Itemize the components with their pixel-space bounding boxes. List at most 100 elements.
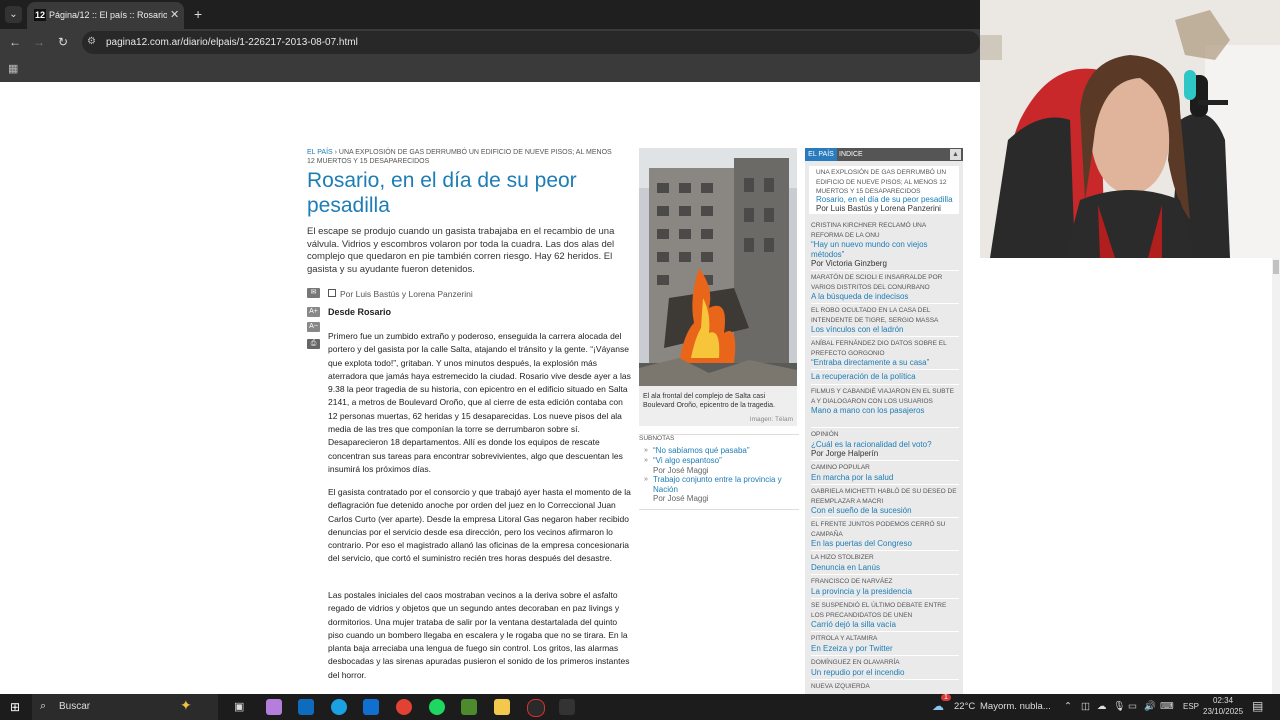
clock-date[interactable]: 23/10/2025 [1203,707,1243,716]
sidebar-item[interactable]: CAMINO POPULAR En marcha por la salud [811,463,959,482]
chrome-icon[interactable] [396,699,412,715]
subnota-link[interactable]: “Vi algo espantoso” [653,456,794,466]
sidebar-item[interactable]: EL FRENTE JUNTOS PODEMOS CERRÓ SU CAMPAÑ… [811,520,959,549]
sidebar-item-link[interactable]: Carrió dejó la silla vacía [811,620,959,630]
sidebar-item[interactable]: FRANCISCO DE NARVÁEZ La provincia y la p… [811,577,959,596]
notifications-icon[interactable]: ▤ [1252,699,1263,713]
tray-cloud-icon[interactable]: ☁ [1097,701,1107,712]
sidebar-item[interactable]: ANÍBAL FERNÁNDEZ DIO DATOS SOBRE EL PREF… [811,339,959,368]
weather-icon[interactable]: ☁ [932,699,944,725]
sidebar-item-kicker: FILMUS Y CABANDIÉ VIAJARON EN EL SUBTE A… [811,388,954,405]
sidebar-item[interactable]: EL ROBO OCULTADO EN LA CASA DEL INTENDEN… [811,306,959,335]
sidebar-item-link[interactable]: “Hay un nuevo mundo con viejos métodos” [811,240,959,259]
site-info-icon[interactable]: ⚙ [87,36,96,47]
volume-icon[interactable]: 🔊 [1144,701,1156,712]
sidebar-item[interactable]: GABRIELA MICHETTI HABLÓ DE SU DESEO DE R… [811,487,959,516]
sidebar-item-link[interactable]: Mano a mano con los pasajeros [811,406,959,416]
forward-icon[interactable]: → [33,35,45,49]
sidebar-item-link[interactable]: Un repudio por el incendio [811,668,959,678]
article-byline: Por Luis Bastús y Lorena Panzerini [328,289,473,299]
outlook-icon[interactable] [298,699,314,715]
sidebar-item-author: Por Victoria Ginzberg [811,259,887,268]
sidebar-index: EL PAÍS INDICE ▲ UNA EXPLOSIÓN DE GAS DE… [805,148,963,694]
file-explorer-icon[interactable] [494,699,510,715]
microphone-icon[interactable]: 🎙 [1113,701,1125,712]
sidebar-item-link[interactable]: En marcha por la salud [811,473,959,483]
sidebar-section-tab[interactable]: EL PAÍS [805,148,837,161]
back-icon[interactable]: ← [9,35,21,49]
sidebar-item-link[interactable]: ¿Cuál es la racionalidad del voto? [811,440,959,450]
address-bar[interactable]: ⚙ pagina12.com.ar/diario/elpais/1-226217… [82,31,980,54]
sidebar-item[interactable]: La recuperación de la política [811,372,959,382]
capcut-icon[interactable] [559,699,575,715]
subnota-link[interactable]: Trabajo conjunto entre la provincia y Na… [653,475,794,494]
sidebar-item-link[interactable]: “Entraba directamente a su casa” [811,358,959,368]
article-paragraph: Las postales iniciales del caos mostraba… [328,590,630,680]
sidebar-divider [811,574,959,575]
reload-icon[interactable]: ↻ [58,35,68,49]
apps-grid-icon[interactable]: ▦ [8,62,18,75]
font-increase-button[interactable]: A+ [307,307,320,317]
weather-desc[interactable]: Mayorm. nubla... [980,701,1051,712]
tray-chevron-icon[interactable]: ⌃ [1064,701,1072,712]
sidebar-item-link[interactable]: A la búsqueda de indecisos [811,292,959,302]
taskbar-search[interactable]: ⌕ Buscar ✦ [32,694,218,720]
sidebar-item-link[interactable]: Los vínculos con el ladrón [811,325,959,335]
tab-search-button[interactable]: ⌄ [5,6,22,23]
search-icon: ⌕ [40,700,47,712]
sidebar-item-link[interactable]: Denuncia en Lanús [811,563,959,573]
task-view-icon[interactable]: ▣ [234,700,244,726]
display-icon[interactable]: ▭ [1128,701,1137,712]
sidebar-item-link[interactable]: En Ezeiza y por Twitter [811,644,959,654]
site-favicon-icon: 12 [34,9,46,21]
article-lead: El escape se produjo cuando un gasista t… [307,226,615,276]
weather-temp[interactable]: 22°C [954,701,975,712]
edge-icon[interactable] [331,699,347,715]
obs-icon[interactable] [527,699,545,717]
sidebar-item[interactable]: LA HIZO STOLBIZER Denuncia en Lanús [811,553,959,572]
article-photo [639,148,797,386]
bookmarks-bar: ▦ [0,56,980,82]
sidebar-item-link[interactable]: Con el sueño de la sucesión [811,506,959,516]
breadcrumb-section-link[interactable]: EL PAÍS [307,149,333,156]
sidebar-current-item[interactable]: UNA EXPLOSIÓN DE GAS DERRUMBÓ UN EDIFICI… [809,166,959,214]
sidebar-item[interactable]: SE SUSPENDIÓ EL ÚLTIMO DEBATE ENTRE LOS … [811,601,959,630]
windows-start-icon[interactable]: ⊞ [10,700,20,726]
sidebar-item[interactable]: MARATÓN DE SCIOLI E INSARRALDE POR VARIO… [811,273,959,302]
subnota-item[interactable]: » “No sabíamos qué pasaba” [644,446,794,456]
sidebar-item-link[interactable]: La provincia y la presidencia [811,587,959,597]
sidebar-item-link[interactable]: La recuperación de la política [811,372,959,382]
minecraft-icon[interactable] [461,699,477,715]
sidebar-item[interactable]: OPINIÓN ¿Cuál es la racionalidad del vot… [811,430,959,459]
tab-active[interactable]: 12 Página/12 :: El país :: Rosario, en ✕ [27,2,184,29]
sidebar-item[interactable]: PITROLA Y ALTAMIRA En Ezeiza y por Twitt… [811,634,959,653]
keyboard-icon[interactable]: ⌨ [1160,701,1174,712]
webcam-overlay [980,0,1280,258]
sidebar-item-link[interactable]: Rosario, en el día de su peor pesadilla [816,195,953,204]
clock-time[interactable]: 02:34 [1213,696,1233,705]
print-icon[interactable]: ⎙ [307,339,320,349]
store-icon[interactable] [363,699,379,715]
tray-app-icon[interactable]: ◫ [1081,701,1090,712]
subnota-link[interactable]: “No sabíamos qué pasaba” [653,446,794,456]
sidebar-item[interactable]: NUEVA IZQUIERDA [811,682,959,692]
sidebar-item-link[interactable]: En las puertas del Congreso [811,539,959,549]
copilot-app-icon[interactable] [266,699,282,715]
sidebar-item[interactable]: CRISTINA KIRCHNER RECLAMÓ UNA REFORMA DE… [811,221,959,269]
sidebar-item[interactable]: DOMÍNGUEZ EN OLAVARRÍA Un repudio por el… [811,658,959,677]
new-tab-icon[interactable]: + [194,6,202,22]
send-article-icon[interactable]: ✉ [307,288,320,298]
subnota-item[interactable]: » “Vi algo espantoso” Por José Maggi [644,456,794,475]
language-indicator[interactable]: ESP [1183,702,1199,711]
subnota-item[interactable]: » Trabajo conjunto entre la provincia y … [644,475,794,504]
sidebar-divider [811,460,959,461]
scrollbar-thumb[interactable] [1273,260,1279,274]
tab-close-icon[interactable]: ✕ [170,8,179,21]
sidebar-divider [811,270,959,271]
page-scrollbar[interactable] [1272,258,1280,694]
collapse-icon[interactable]: ▲ [950,149,961,160]
sidebar-item[interactable]: FILMUS Y CABANDIÉ VIAJARON EN EL SUBTE A… [811,387,959,416]
spotify-icon[interactable] [429,699,445,715]
font-decrease-button[interactable]: A− [307,322,320,332]
sidebar-item-kicker: EL ROBO OCULTADO EN LA CASA DEL INTENDEN… [811,307,939,324]
